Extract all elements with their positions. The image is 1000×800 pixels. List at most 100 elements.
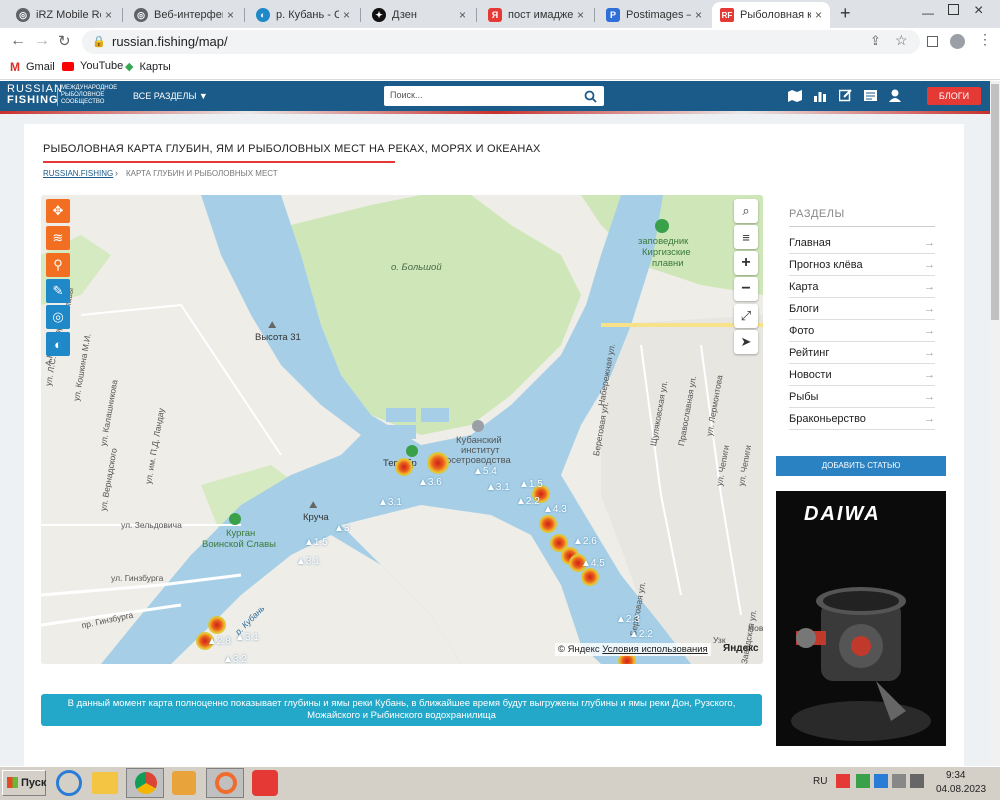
geolocation-arrow-button[interactable]: ➤ — [734, 330, 758, 354]
institute-icon[interactable] — [472, 420, 484, 432]
sidebar-item-map[interactable]: Карта → — [789, 276, 935, 298]
depth-label[interactable]: ▲3.1 — [296, 556, 320, 567]
zoom-in-button[interactable]: + — [734, 251, 758, 275]
breadcrumb-home-link[interactable]: RUSSIAN.FISHING — [43, 169, 113, 178]
sidebar-item-forecast[interactable]: Прогноз клёва → — [789, 254, 935, 276]
chrome-taskbar-button[interactable] — [126, 768, 164, 798]
tray-icon[interactable] — [836, 774, 850, 788]
layers-button[interactable]: ≡ — [734, 225, 758, 249]
depth-label[interactable]: ▲4.5 — [581, 558, 605, 569]
add-article-button[interactable]: ДОБАВИТЬ СТАТЬЮ — [776, 456, 946, 476]
sidebar-item-poaching[interactable]: Браконьерство → — [789, 408, 935, 430]
user-icon[interactable] — [889, 89, 901, 102]
anydesk-taskbar-icon[interactable] — [252, 770, 278, 796]
fishing-spot-marker[interactable] — [395, 458, 413, 476]
close-tab-icon[interactable]: × — [227, 8, 234, 22]
depth-label[interactable]: ▲3.1 — [235, 632, 259, 643]
depth-label[interactable]: ▲3.2 — [223, 654, 247, 664]
ie-taskbar-icon[interactable] — [56, 770, 82, 796]
side-panel-icon[interactable] — [927, 36, 938, 47]
sidebar-item-news[interactable]: Новости → — [789, 364, 935, 386]
bookmark-star-icon[interactable]: ☆ — [895, 32, 908, 49]
locate-me-button[interactable]: ◎ — [46, 305, 70, 329]
ruler-button[interactable]: ✎ — [46, 279, 70, 303]
depth-label[interactable]: ▲1.5 — [304, 537, 328, 548]
new-tab-button[interactable]: + — [840, 3, 851, 24]
depth-label[interactable]: ▲3.6 — [418, 477, 442, 488]
close-tab-icon[interactable]: × — [577, 8, 584, 22]
sidebar-item-rating[interactable]: Рейтинг → — [789, 342, 935, 364]
fishing-map[interactable]: о. Большой заповедник Киргизские плавни … — [41, 195, 763, 664]
clock-time[interactable]: 9:34 — [946, 770, 965, 781]
depth-label[interactable]: ▲3.1 — [378, 497, 402, 508]
close-tab-icon[interactable]: × — [105, 8, 112, 22]
depth-label[interactable]: ▲1.5 — [519, 479, 543, 490]
all-sections-menu[interactable]: ВСЕ РАЗДЕЛЫ ▼ — [133, 91, 208, 101]
back-button[interactable]: ← — [10, 32, 26, 50]
depth-label[interactable]: ▲2.3 — [616, 614, 640, 625]
bookmark-gmail[interactable]: M Gmail — [10, 60, 55, 74]
depth-label[interactable]: ▲2.6 — [573, 536, 597, 547]
sidebar-item-home[interactable]: Главная → — [789, 232, 935, 254]
bookmark-maps[interactable]: ◆ Карты — [125, 60, 171, 74]
depth-label[interactable]: ▲4.3 — [543, 504, 567, 515]
zoom-out-button[interactable]: − — [734, 277, 758, 301]
terms-link[interactable]: Условия использования — [602, 644, 707, 655]
explorer-taskbar-icon[interactable] — [92, 772, 118, 794]
edit-icon[interactable] — [839, 89, 852, 102]
news-icon[interactable] — [864, 90, 877, 101]
bookmark-youtube[interactable]: YouTube — [62, 60, 123, 72]
fishing-spot-marker[interactable] — [208, 616, 226, 634]
browser-tab[interactable]: P Postimages — fre × — [598, 2, 710, 28]
share-icon[interactable]: ⇪ — [870, 33, 881, 49]
page-scrollbar-thumb[interactable] — [991, 84, 999, 320]
forward-button[interactable]: → — [34, 32, 50, 50]
language-indicator[interactable]: RU — [813, 776, 827, 787]
browser-tab[interactable]: ◎ iRZ Mobile Router × — [8, 2, 120, 28]
daiwa-ad-banner[interactable]: DAIWA — [776, 491, 946, 746]
tray-icon[interactable] — [874, 774, 888, 788]
browser-tab[interactable]: ◎ Веб-интерфейс × — [126, 2, 242, 28]
browser-tab[interactable]: Я пост имадже — Я × — [480, 2, 592, 28]
depth-label[interactable]: ▲3 — [334, 523, 349, 534]
search-icon[interactable] — [584, 90, 597, 103]
minimize-button[interactable]: — — [922, 6, 934, 20]
fishing-spot-marker[interactable] — [427, 452, 449, 474]
close-tab-icon[interactable]: × — [459, 8, 466, 22]
depth-label[interactable]: ▲2.2 — [629, 629, 653, 640]
nature-reserve-icon[interactable] — [655, 219, 669, 233]
profile-avatar[interactable] — [950, 34, 965, 49]
park-icon[interactable] — [406, 445, 418, 457]
rating-chart-icon[interactable] — [814, 90, 826, 102]
volume-tray-icon[interactable] — [910, 774, 924, 788]
close-tab-icon[interactable]: × — [343, 8, 350, 22]
depth-label[interactable]: ▲3.1 — [486, 482, 510, 493]
map-search-button[interactable]: ⌕ — [734, 199, 758, 223]
close-window-button[interactable]: × — [974, 2, 983, 20]
url-field[interactable]: 🔒 russian.fishing/map/ — [82, 30, 920, 54]
tray-icon[interactable] — [856, 774, 870, 788]
depth-label[interactable]: ▲5.4 — [473, 466, 497, 477]
start-button[interactable]: Пуск — [2, 770, 46, 796]
sidebar-item-blogs[interactable]: Блоги → — [789, 298, 935, 320]
sidebar-item-fish[interactable]: Рыбы → — [789, 386, 935, 408]
reload-button[interactable]: ↻ — [58, 32, 71, 50]
monument-icon[interactable] — [229, 513, 241, 525]
move-tool-button[interactable]: ✥ — [46, 199, 70, 223]
depth-label[interactable]: ▲2.2 — [516, 496, 540, 507]
browser-menu-icon[interactable]: ⋮ — [978, 31, 992, 48]
depth-label[interactable]: ▲2.8 — [207, 636, 231, 647]
close-tab-icon[interactable]: × — [815, 8, 822, 22]
site-logo[interactable]: RUSSIAN FISHING — [7, 84, 63, 106]
globe-button[interactable]: ◐ — [46, 332, 70, 356]
browser-tab-active[interactable]: RF Рыболовная карт × — [712, 2, 830, 28]
clock-date[interactable]: 04.08.2023 — [936, 784, 986, 795]
fishing-spot-marker[interactable] — [581, 568, 599, 586]
browser-tab[interactable]: ✦ Дзен × — [364, 2, 474, 28]
site-search-input[interactable]: Поиск... — [384, 86, 604, 106]
network-tray-icon[interactable] — [892, 774, 906, 788]
fishing-spot-marker[interactable] — [539, 515, 557, 533]
map-icon[interactable] — [788, 90, 802, 102]
media-player-taskbar-icon[interactable] — [172, 771, 196, 795]
app-taskbar-button[interactable] — [206, 768, 244, 798]
